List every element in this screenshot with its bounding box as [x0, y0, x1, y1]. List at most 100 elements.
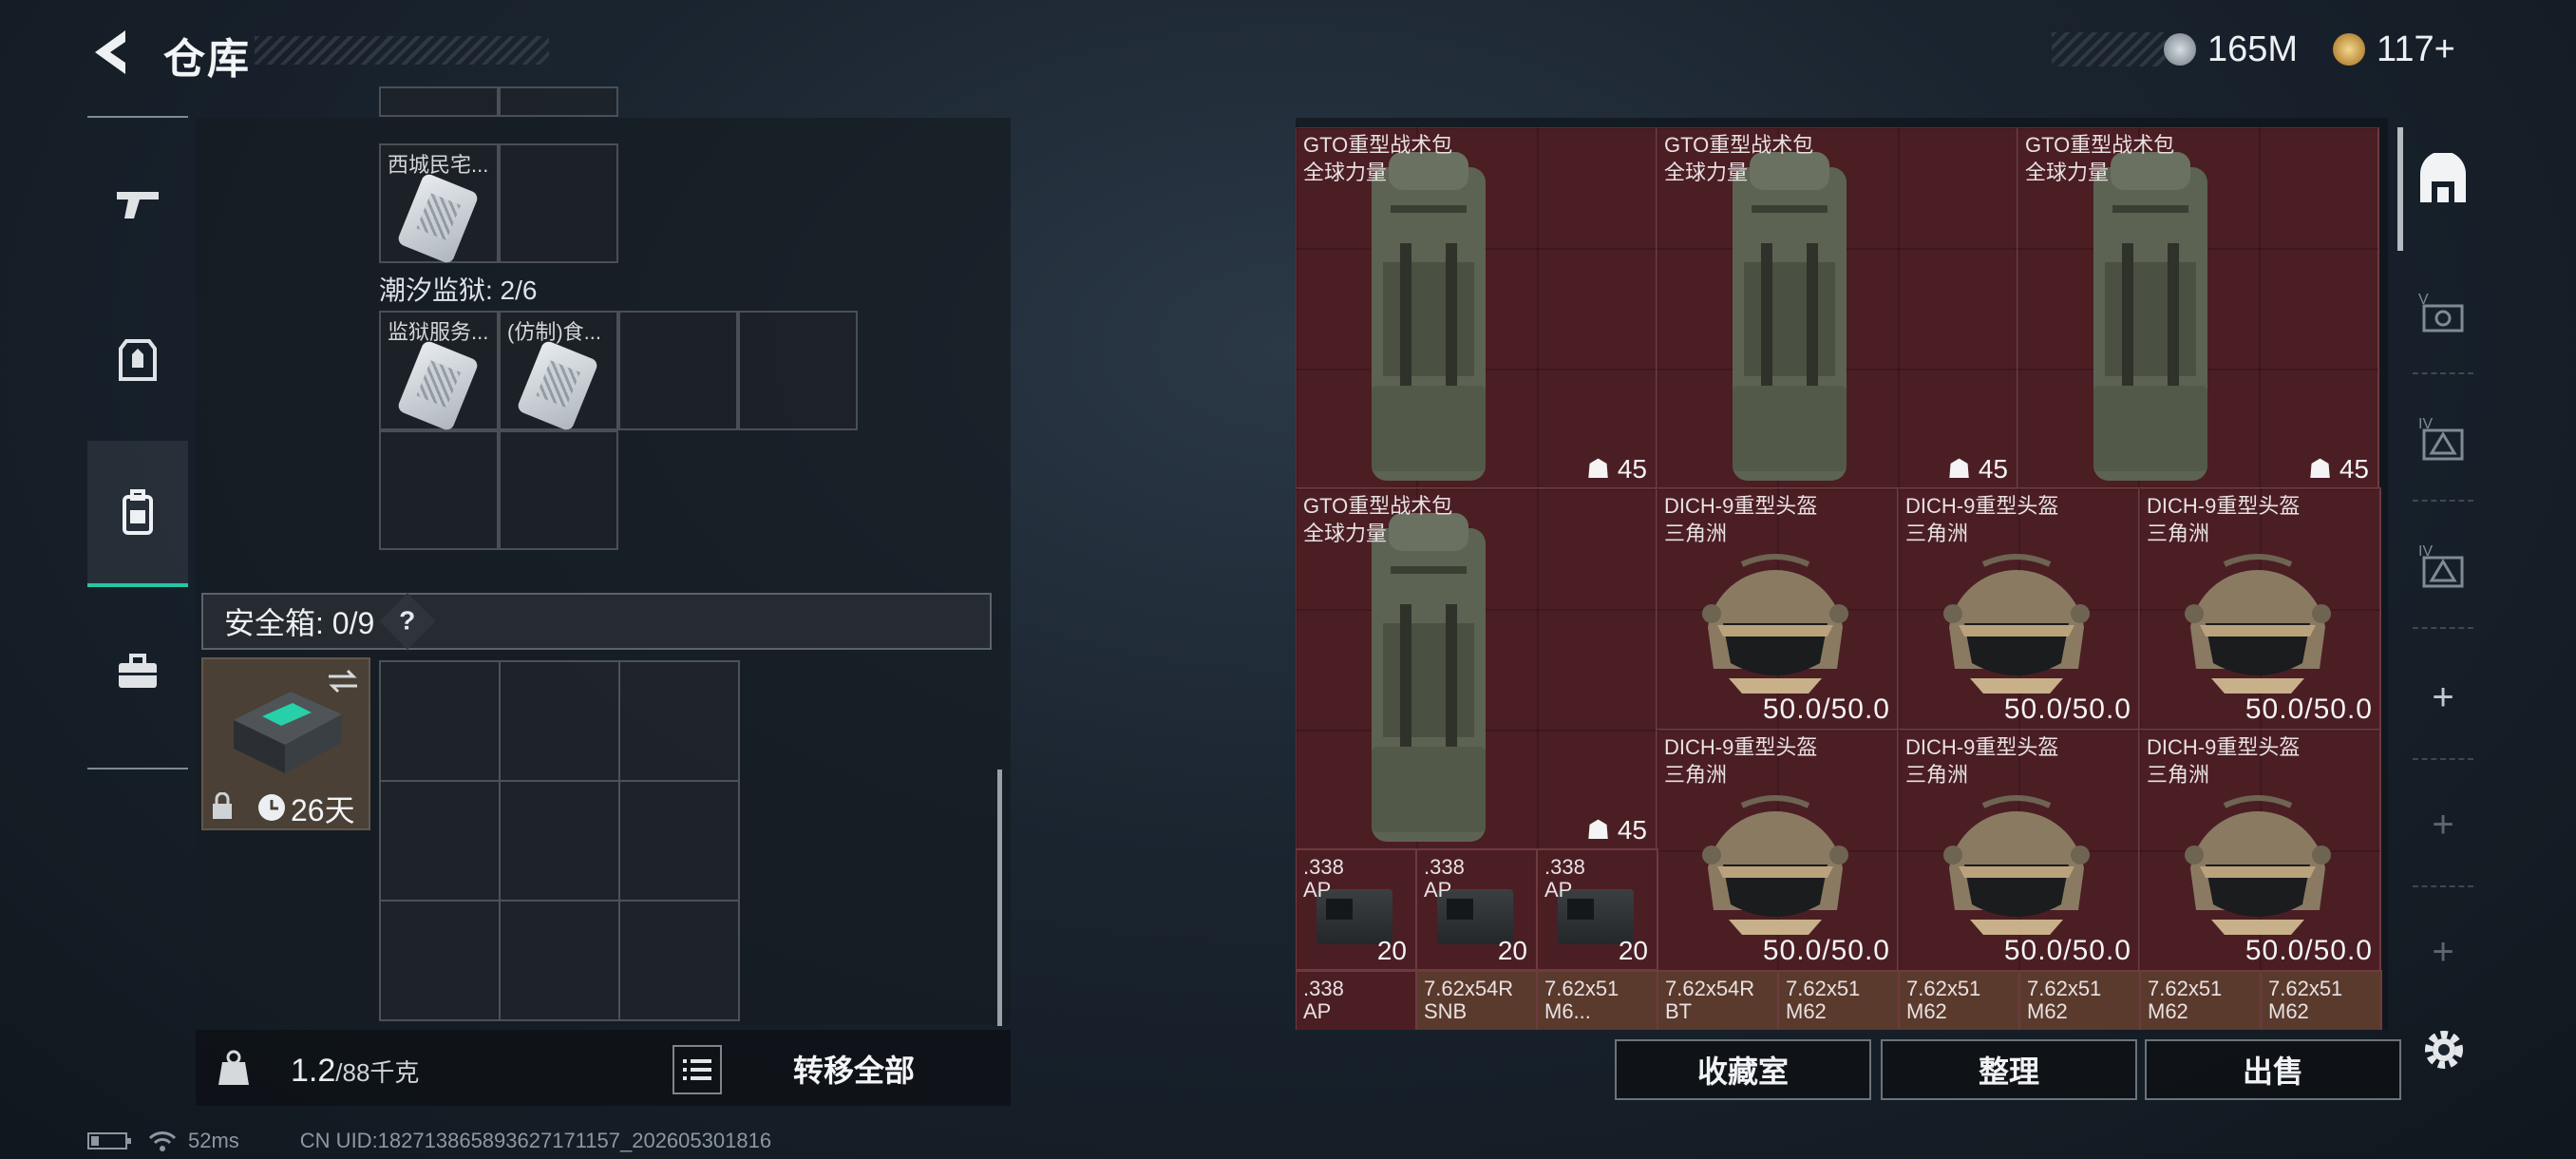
collection-room-button[interactable]: 收藏室	[1615, 1039, 1871, 1100]
sell-button[interactable]: 出售	[2145, 1039, 2401, 1100]
stash-item-ammo[interactable]: 7.62x51 M62	[1898, 970, 2020, 1030]
item-name: DICH-9重型头盔	[2147, 494, 2301, 518]
stash-item-backpack[interactable]: GTO重型战术包 全球力量 ☗ 45	[2017, 127, 2379, 489]
swap-icon[interactable]	[327, 667, 359, 695]
stash-item-ammo[interactable]: 7.62x54R SNB	[1415, 970, 1538, 1030]
stash-item-ammo[interactable]: .338 AP	[1296, 970, 1417, 1030]
heavy-helmet-icon	[2185, 554, 2331, 694]
settings-gear-icon[interactable]	[2420, 1026, 2468, 1074]
safe-box-item[interactable]: 26天	[201, 657, 370, 830]
stash-item-backpack[interactable]: GTO重型战术包 全球力量 ☗ 45	[1656, 127, 2018, 489]
stash-item-helmet[interactable]: DICH-9重型头盔 三角洲 50.0/50.0	[1897, 487, 2140, 731]
item-name: DICH-9重型头盔	[1664, 735, 1818, 759]
stash-item-ammo[interactable]: 7.62x51 M62	[2260, 970, 2382, 1030]
stash-item-helmet[interactable]: DICH-9重型头盔 三角洲 50.0/50.0	[2138, 487, 2381, 731]
back-arrow-icon[interactable]	[87, 27, 135, 78]
item-source: 三角洲	[2147, 522, 2210, 545]
item-source: 三角洲	[1905, 763, 1969, 787]
container-slot[interactable]	[499, 143, 618, 263]
tactical-backpack-icon	[1372, 152, 1486, 481]
list-view-button[interactable]	[672, 1045, 722, 1094]
ping-value: 52ms	[188, 1129, 239, 1152]
item-name: .338	[1303, 977, 1344, 1000]
safe-box-slot[interactable]	[379, 660, 501, 782]
keycard-slot[interactable]	[379, 430, 499, 550]
stash-item-ammo[interactable]: 7.62x51 M6...	[1536, 970, 1658, 1030]
safe-box-slot[interactable]	[499, 660, 620, 782]
item-source: M62	[2268, 999, 2309, 1023]
count-value: 45	[1617, 815, 1647, 845]
stash-item-ammo[interactable]: 7.62x51 M62	[1777, 970, 1900, 1030]
stash-tab-rail: V IV IV + + +	[2413, 118, 2473, 1030]
container-slot[interactable]: 西城民宅...	[379, 143, 499, 265]
stash-item-ammo[interactable]: 7.62x54R BT	[1657, 970, 1779, 1030]
item-name: 7.62x51	[1786, 977, 1861, 1000]
transfer-all-button[interactable]: 转移全部	[731, 1039, 976, 1098]
keycard-slot[interactable]: (仿制)食...	[499, 311, 618, 432]
count-value: 45	[2339, 454, 2369, 484]
container-slot[interactable]	[379, 86, 499, 117]
stash-item-helmet[interactable]: DICH-9重型头盔 三角洲 50.0/50.0	[1656, 729, 1899, 972]
safe-box-slot[interactable]	[618, 780, 740, 902]
item-source: AP	[1424, 878, 1452, 902]
lock-icon	[213, 792, 232, 819]
keycard-slot[interactable]	[738, 311, 858, 430]
item-name: 7.62x54R	[1424, 977, 1514, 1000]
add-tab-button[interactable]: +	[2413, 764, 2473, 887]
help-button[interactable]: ?	[379, 593, 436, 650]
stash-item-ammo[interactable]: .338 AP 20	[1415, 848, 1538, 971]
keycard-slot[interactable]	[499, 430, 618, 550]
rail-weapons[interactable]	[87, 133, 188, 276]
durability: 50.0/50.0	[1762, 935, 1890, 966]
loadout-scrollbar[interactable]	[997, 770, 1002, 1026]
stash-item-ammo[interactable]: .338 AP 20	[1536, 848, 1658, 971]
stash-item-backpack[interactable]: GTO重型战术包 全球力量 ☗ 45	[1296, 127, 1657, 489]
currency-bar: 165M 117+	[2052, 28, 2503, 70]
rail-backpack[interactable]	[87, 441, 188, 587]
tactical-backpack-icon	[2093, 152, 2207, 481]
stash-tab-v[interactable]: V	[2413, 251, 2473, 374]
stash-tab-main[interactable]	[2413, 118, 2473, 239]
add-tab-button[interactable]: +	[2413, 636, 2473, 760]
item-count: 20	[1618, 936, 1648, 965]
money-display[interactable]: 165M	[2164, 28, 2298, 70]
safe-box-slot[interactable]	[499, 780, 620, 902]
safe-box-slot[interactable]	[379, 900, 501, 1021]
keycard-icon	[516, 339, 599, 432]
keycard-slot[interactable]: 监狱服务...	[379, 311, 499, 432]
weight-icon	[218, 1050, 249, 1085]
toolbox-icon	[119, 654, 157, 688]
safe-box-slot[interactable]	[618, 660, 740, 782]
item-name: DICH-9重型头盔	[1905, 735, 2059, 759]
item-source: 全球力量	[1303, 161, 1388, 184]
item-count: ☗ 45	[2308, 453, 2369, 484]
safe-box-slot[interactable]	[618, 900, 740, 1021]
stash-item-helmet[interactable]: DICH-9重型头盔 三角洲 50.0/50.0	[1897, 729, 2140, 972]
stash-tab-iv-2[interactable]: IV	[2413, 505, 2473, 629]
rail-toolbox[interactable]	[87, 600, 188, 743]
rail-armor[interactable]	[87, 289, 188, 431]
keycard-slot[interactable]	[618, 311, 738, 430]
token-display[interactable]: 117+	[2333, 28, 2455, 70]
loadout-panel: 西城民宅... 潮汐监狱: 2/6 监狱服务... (仿制)食... 安全箱: …	[196, 86, 1011, 1025]
item-name: 7.62x51	[1544, 977, 1619, 1000]
safe-box-slot[interactable]	[499, 900, 620, 1021]
safe-box-slot[interactable]	[379, 780, 501, 902]
stash-item-backpack[interactable]: GTO重型战术包 全球力量 ☗ 45	[1296, 487, 1657, 850]
stash-item-helmet[interactable]: DICH-9重型头盔 三角洲 50.0/50.0	[1656, 487, 1899, 731]
weight-value: 1.2/88千克	[291, 1053, 419, 1090]
container-slot[interactable]	[499, 86, 618, 117]
add-tab-button[interactable]: +	[2413, 891, 2473, 1013]
stash-item-ammo[interactable]: 7.62x51 M62	[2139, 970, 2262, 1030]
stash-scrollbar[interactable]	[2397, 127, 2403, 251]
stash-item-ammo[interactable]: .338 AP 20	[1296, 848, 1417, 971]
stash-item-ammo[interactable]: 7.62x51 M62	[2018, 970, 2141, 1030]
item-name: .338	[1303, 855, 1344, 879]
silver-coin-icon	[2164, 33, 2196, 66]
sort-button[interactable]: 整理	[1881, 1039, 2137, 1100]
stash-item-helmet[interactable]: DICH-9重型头盔 三角洲 50.0/50.0	[2138, 729, 2381, 972]
durability: 50.0/50.0	[2003, 694, 2131, 725]
user-uid: CN UID:182713865893627171157_20260530181…	[299, 1129, 772, 1152]
stash-tab-iv[interactable]: IV	[2413, 378, 2473, 502]
item-source: SNB	[1424, 999, 1468, 1023]
